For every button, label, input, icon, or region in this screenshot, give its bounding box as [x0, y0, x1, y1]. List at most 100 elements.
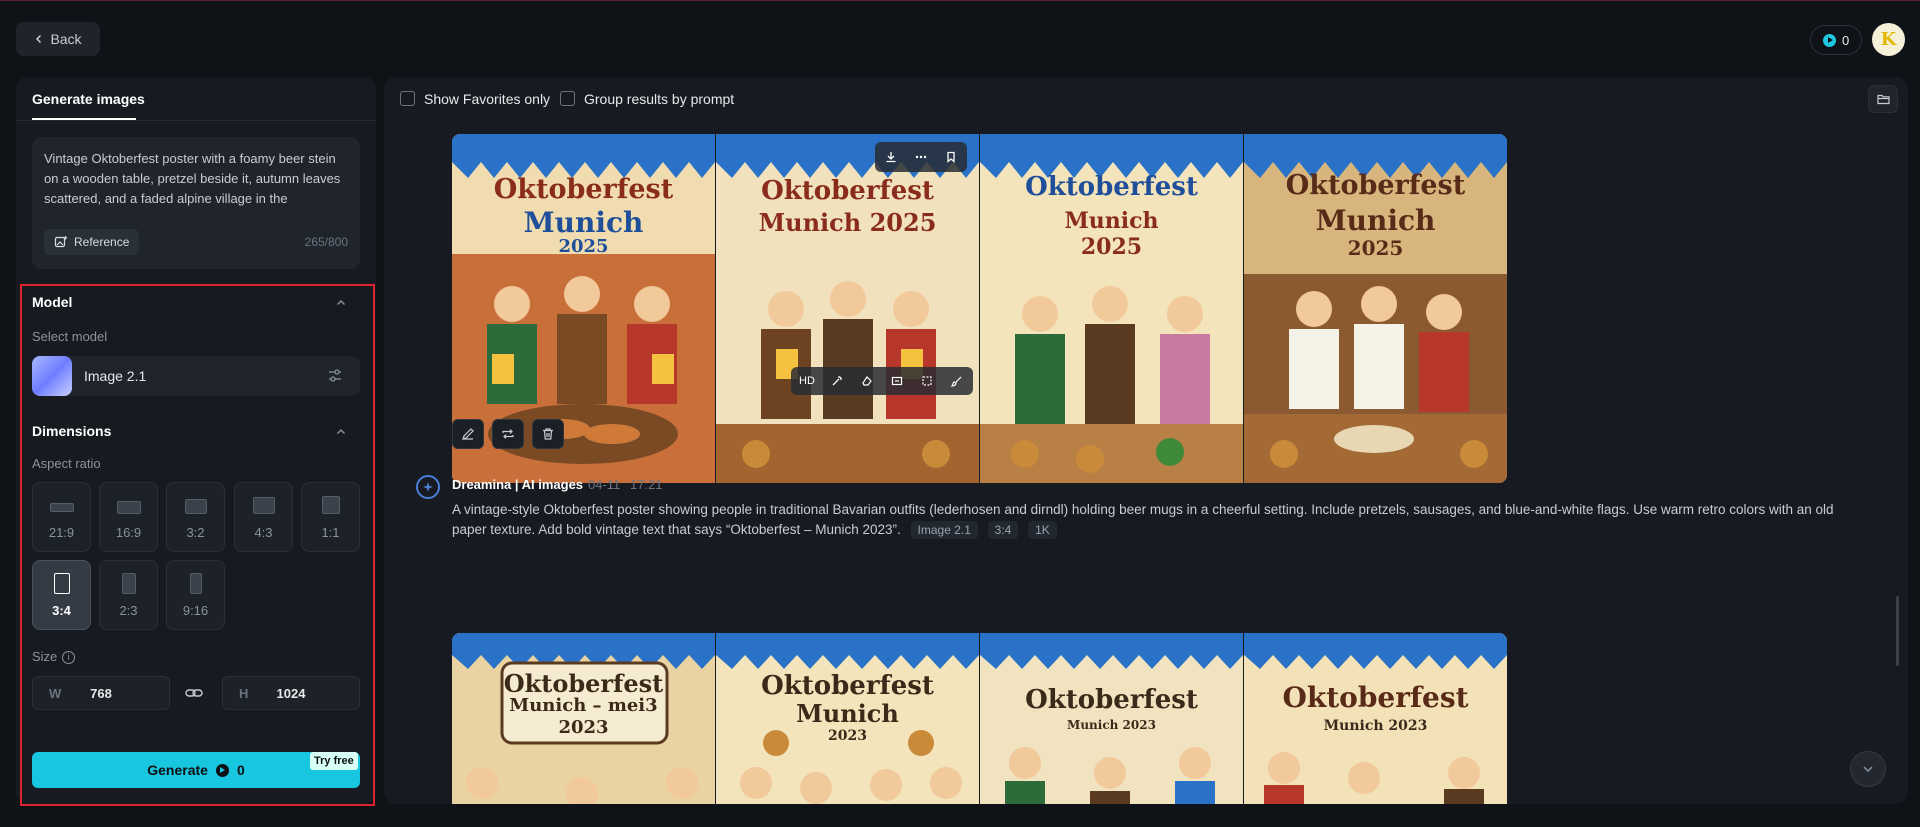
eraser-icon[interactable] — [859, 373, 875, 389]
height-value[interactable]: 1024 — [223, 686, 359, 701]
brush-icon[interactable] — [949, 373, 965, 389]
try-free-badge: Try free — [310, 752, 358, 770]
poster-subtitle: Munich 2023 — [1067, 718, 1156, 732]
chevron-down-icon — [1863, 766, 1873, 773]
width-field[interactable]: W 768 — [32, 676, 170, 710]
pencil-icon — [462, 428, 474, 440]
results-panel: Show Favorites only Group results by pro… — [384, 77, 1908, 804]
aspect-label: 4:3 — [254, 525, 273, 540]
prompt-box[interactable]: Vintage Oktoberfest poster with a foamy … — [32, 137, 360, 269]
result-image[interactable]: Oktoberfest Munich 2025 — [980, 134, 1243, 483]
height-field[interactable]: H 1024 — [222, 676, 360, 710]
poster-year: 2025 — [1080, 234, 1143, 260]
ratio-1-1-icon — [321, 496, 340, 514]
generation-date: 04-11 — [588, 477, 621, 492]
scroll-down-button[interactable] — [1850, 751, 1886, 787]
window-top-border — [0, 0, 1920, 1]
width-value[interactable]: 768 — [33, 686, 169, 701]
model-section-title[interactable]: Model — [32, 294, 72, 310]
aspect-16-9-button[interactable]: 16:9 — [99, 482, 158, 552]
aspect-2-3-button[interactable]: 2:3 — [99, 560, 158, 630]
sliders-icon[interactable] — [326, 367, 344, 385]
prompt-input[interactable]: Vintage Oktoberfest poster with a foamy … — [44, 149, 344, 213]
more-icon[interactable] — [913, 149, 929, 165]
regenerate-button[interactable] — [492, 419, 524, 449]
select-model-label: Select model — [32, 329, 108, 344]
hd-button[interactable]: HD — [799, 375, 815, 387]
ratio-21-9-icon — [49, 503, 74, 512]
model-name: Image 2.1 — [84, 368, 147, 384]
result-image[interactable]: Oktoberfest Munich 2023 — [716, 633, 979, 804]
edit-button[interactable] — [452, 419, 484, 449]
poster-subtitle: Munich — [523, 206, 644, 239]
expand-image-icon[interactable] — [889, 373, 905, 389]
image-edit-toolbar: HD — [791, 367, 973, 395]
folder-icon — [1876, 94, 1890, 105]
link-icon[interactable] — [184, 683, 204, 703]
model-selector[interactable]: Image 2.1 — [32, 356, 360, 396]
avatar[interactable]: K — [1872, 23, 1905, 56]
repeat-icon — [502, 429, 514, 439]
dimensions-section-title[interactable]: Dimensions — [32, 423, 111, 439]
chevron-left-icon — [36, 34, 42, 44]
show-favorites-checkbox[interactable] — [400, 91, 415, 106]
delete-button[interactable] — [532, 419, 564, 449]
poster-subtitle: Munich – mei3 — [509, 695, 658, 716]
aspect-3-4-button[interactable]: 3:4 — [32, 560, 91, 630]
generation-prompt[interactable]: A vintage-style Oktoberfest poster showi… — [452, 500, 1862, 540]
back-label: Back — [50, 31, 82, 47]
chevron-up-icon[interactable] — [336, 298, 346, 308]
dreamina-logo-icon — [416, 475, 440, 499]
magic-wand-icon[interactable] — [829, 373, 845, 389]
result-image[interactable]: Oktoberfest Munich 2025 — [1244, 134, 1507, 483]
model-thumbnail — [32, 356, 72, 396]
poster-title: Oktoberfest — [1285, 170, 1466, 201]
poster-title: Oktoberfest — [1025, 685, 1198, 715]
poster-subtitle: Munich — [1064, 208, 1159, 234]
group-by-prompt-label[interactable]: Group results by prompt — [584, 91, 734, 107]
trash-icon — [543, 428, 553, 440]
aspect-label: 1:1 — [321, 525, 340, 540]
size-label: Size — [32, 649, 58, 664]
reference-label: Reference — [74, 235, 130, 249]
back-button[interactable]: Back — [16, 22, 100, 56]
aspect-4-3-button[interactable]: 4:3 — [234, 482, 293, 552]
aspect-label: 2:3 — [119, 603, 138, 618]
poster-year: 2025 — [1347, 236, 1404, 260]
download-icon[interactable] — [883, 149, 899, 165]
result-image[interactable]: Oktoberfest Munich 2023 — [1244, 633, 1507, 804]
aspect-9-16-button[interactable]: 9:16 — [166, 560, 225, 630]
aspect-label: 3:4 — [52, 603, 71, 618]
aspect-label: 16:9 — [115, 525, 142, 540]
poster-title: Oktoberfest — [761, 176, 934, 206]
credits-count: 0 — [1842, 32, 1850, 48]
show-favorites-label[interactable]: Show Favorites only — [424, 91, 550, 107]
result-image[interactable]: Oktoberfest Munich 2023 — [980, 633, 1243, 804]
poster-subtitle: Munich — [796, 699, 899, 728]
credit-coin-icon — [215, 763, 229, 777]
crop-icon[interactable] — [919, 373, 935, 389]
info-icon[interactable]: i — [62, 651, 75, 664]
aspect-ratio-label: Aspect ratio — [32, 456, 101, 471]
model-tag: Image 2.1 — [910, 521, 978, 539]
tab-generate-images[interactable]: Generate images — [32, 91, 145, 107]
reference-button[interactable]: Reference — [44, 229, 140, 255]
aspect-21-9-button[interactable]: 21:9 — [32, 482, 91, 552]
poster-title: Oktoberfest — [503, 669, 664, 698]
aspect-label: 3:2 — [186, 525, 205, 540]
result-image[interactable]: Oktoberfest Munich 2025 — [716, 134, 979, 483]
result-image[interactable]: Oktoberfest Munich – mei3 2023 — [452, 633, 715, 804]
chevron-up-icon[interactable] — [336, 427, 346, 437]
scrollbar-thumb[interactable] — [1896, 596, 1899, 666]
aspect-1-1-button[interactable]: 1:1 — [301, 482, 360, 552]
aspect-3-2-button[interactable]: 3:2 — [166, 482, 225, 552]
ratio-tag: 3:4 — [987, 521, 1019, 539]
bookmark-icon[interactable] — [943, 149, 959, 165]
aspect-label: 21:9 — [48, 525, 75, 540]
folder-button[interactable] — [1868, 85, 1898, 113]
panel-divider — [16, 120, 376, 121]
group-by-prompt-checkbox[interactable] — [560, 91, 575, 106]
credits-badge[interactable]: 0 — [1810, 25, 1863, 55]
poster-subtitle: Munich 2023 — [1323, 718, 1428, 734]
ratio-3-4-icon — [53, 573, 70, 594]
